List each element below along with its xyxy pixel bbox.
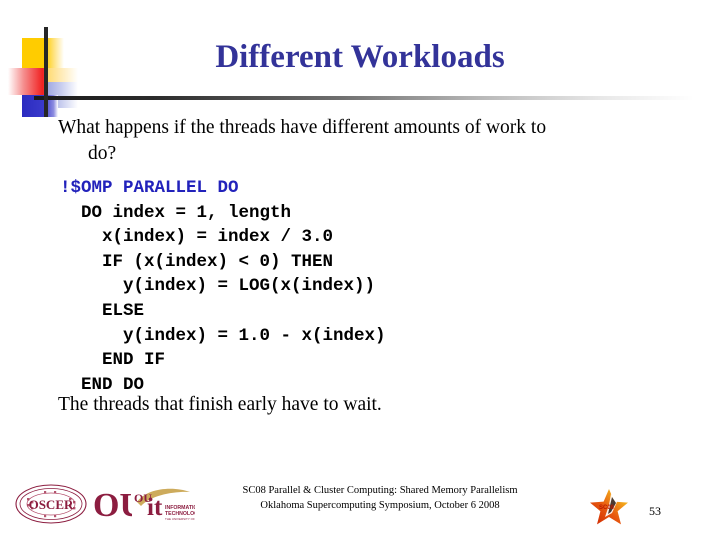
sc08-label: SC08 — [599, 505, 615, 511]
lead-line-1: What happens if the threads have differe… — [58, 117, 547, 138]
footer-text: SC08 Parallel & Cluster Computing: Share… — [160, 483, 600, 513]
page-number: 53 — [649, 504, 661, 518]
code-line-2: DO index = 1, length — [60, 202, 292, 223]
svg-text:it: it — [147, 494, 163, 521]
code-line-3: x(index) = index / 3.0 — [60, 227, 334, 248]
slide-title: Different Workloads — [215, 39, 505, 75]
ou-logo: OU — [92, 483, 144, 525]
slide-canvas: Different Workloads What happens if the … — [0, 0, 720, 540]
information-technology-icon: OU it INFORMATION TECHNOLOGY THE UNIVERS… — [134, 488, 213, 521]
svg-text:OU: OU — [93, 487, 132, 524]
code-line-7: y(index) = 1.0 - x(index) — [60, 325, 386, 346]
code-block: !$OMP PARALLEL DO DO index = 1, length x… — [60, 176, 386, 397]
footer-line-2: Oklahoma Supercomputing Symposium, Octob… — [260, 500, 500, 512]
sc08-star-icon: SC08 — [590, 489, 628, 525]
oscer-seal-icon: OSCER — [15, 484, 87, 524]
code-line-8: END IF — [60, 350, 166, 371]
code-line-5: y(index) = LOG(x(index)) — [60, 276, 376, 297]
sc08-logo: SC08 — [588, 487, 630, 525]
it-subtitle-university: THE UNIVERSITY OF OKLAHOMA — [165, 517, 195, 521]
oscer-logo: OSCER — [14, 483, 88, 525]
code-line-9: END DO — [60, 374, 145, 395]
lead-paragraph: What happens if the threads have differe… — [58, 115, 673, 166]
code-line-1: !$OMP PARALLEL DO — [60, 178, 239, 198]
ou-letters-icon: OU — [93, 487, 144, 524]
lead-line-2: do? — [88, 142, 117, 164]
closing-sentence: The threads that finish early have to wa… — [58, 394, 382, 415]
decoration-horizontal-rule — [34, 96, 694, 100]
footer-line-1: SC08 Parallel & Cluster Computing: Share… — [242, 485, 518, 496]
code-line-4: IF (x(index) < 0) THEN — [60, 251, 334, 272]
ou-it-logo: OU it INFORMATION TECHNOLOGY THE UNIVERS… — [133, 485, 213, 523]
svg-text:OSCER: OSCER — [29, 497, 74, 512]
code-line-6: ELSE — [60, 300, 145, 321]
